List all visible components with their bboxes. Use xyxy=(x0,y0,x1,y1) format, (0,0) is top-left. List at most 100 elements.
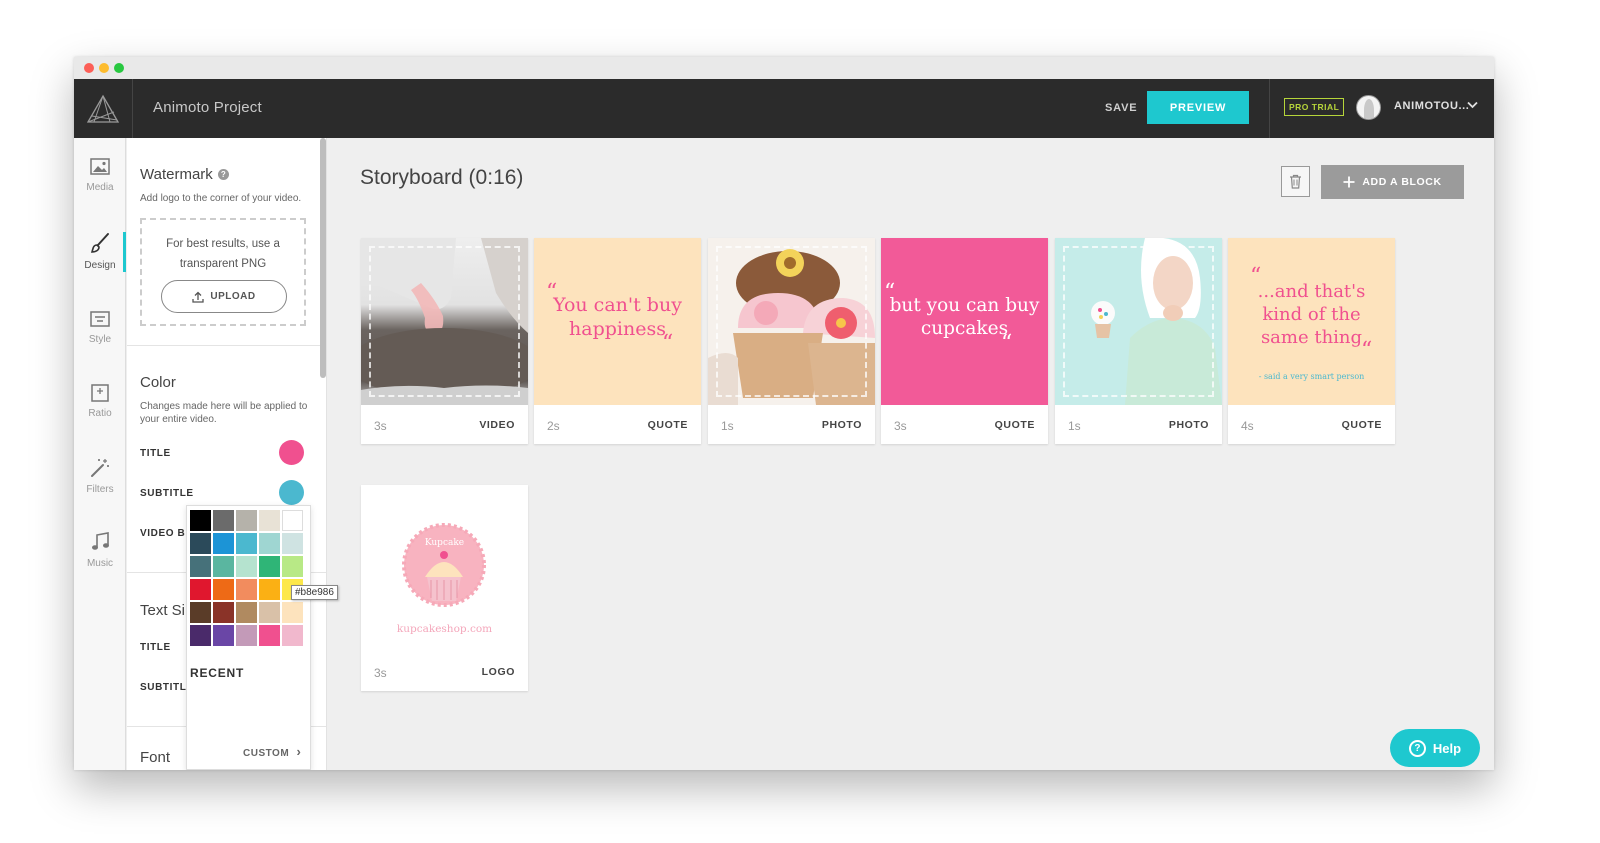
delete-block-button[interactable] xyxy=(1281,166,1310,197)
palette-swatch[interactable] xyxy=(236,579,257,600)
palette-swatch[interactable] xyxy=(282,625,303,646)
block-type: QUOTE xyxy=(647,419,688,431)
close-window-button[interactable] xyxy=(84,63,94,73)
palette-swatch[interactable] xyxy=(236,602,257,623)
palette-swatch[interactable] xyxy=(282,533,303,554)
title-color-label: TITLE xyxy=(140,448,171,459)
music-note-icon xyxy=(92,532,109,550)
palette-swatch[interactable] xyxy=(259,579,280,600)
sidebar-item-label: Ratio xyxy=(88,408,112,419)
storyboard-block-photo[interactable]: 1s PHOTO xyxy=(708,238,875,444)
palette-swatch[interactable] xyxy=(213,510,234,531)
watermark-dropzone[interactable]: For best results, use a transparent PNG … xyxy=(140,218,306,326)
upload-button[interactable]: UPLOAD xyxy=(161,280,287,313)
palette-swatch[interactable] xyxy=(282,510,303,531)
block-duration: 4s xyxy=(1241,419,1254,433)
palette-swatch[interactable] xyxy=(236,625,257,646)
safe-area-frame xyxy=(1063,246,1214,397)
animoto-logo-icon[interactable] xyxy=(74,79,133,138)
palette-swatch[interactable] xyxy=(259,556,280,577)
panel-scrollbar[interactable] xyxy=(320,138,326,378)
sidebar-item-music[interactable]: Music xyxy=(74,532,126,582)
logo-url-text: kupcakeshop.com xyxy=(396,623,493,635)
storyboard-block-quote[interactable]: “ ...and that's kind of the same thing “… xyxy=(1228,238,1395,444)
save-button[interactable]: SAVE xyxy=(1105,102,1137,114)
storyboard-block-quote[interactable]: “ but you can buy cupcakes “ 3s QUOTE xyxy=(881,238,1048,444)
sidebar-item-label: Music xyxy=(86,558,114,569)
block-duration: 3s xyxy=(374,666,387,680)
palette-swatch[interactable] xyxy=(213,625,234,646)
quote-text: but you can buy cupcakes xyxy=(889,295,1040,339)
chevron-right-icon: › xyxy=(296,744,302,759)
palette-swatch[interactable] xyxy=(259,625,280,646)
block-duration: 3s xyxy=(894,419,907,433)
palette-swatch[interactable] xyxy=(236,510,257,531)
subtitle-color-label: SUBTITLE xyxy=(140,488,194,499)
custom-color-link[interactable]: CUSTOM › xyxy=(243,744,301,759)
sidebar-item-label: Media xyxy=(86,182,114,193)
sidebar-item-media[interactable]: Media xyxy=(74,158,126,208)
palette-swatch[interactable] xyxy=(259,510,280,531)
maximize-window-button[interactable] xyxy=(114,63,124,73)
subtitle-color-swatch[interactable] xyxy=(279,480,304,505)
palette-swatch[interactable] xyxy=(213,579,234,600)
block-duration: 1s xyxy=(721,419,734,433)
chevron-down-icon[interactable] xyxy=(1467,98,1478,112)
user-name[interactable]: ANIMOTOU... xyxy=(1394,100,1469,112)
storyboard-block-logo[interactable]: Kupcake kupcakeshop.com 3s LOGO xyxy=(361,485,528,691)
sidebar-item-filters[interactable]: Filters xyxy=(74,458,126,508)
watermark-description: Add logo to the corner of your video. xyxy=(140,193,302,204)
palette-swatch[interactable] xyxy=(190,510,211,531)
sidebar-item-style[interactable]: Style xyxy=(74,310,126,360)
ratio-icon xyxy=(91,384,109,402)
sidebar-item-label: Design xyxy=(84,260,116,271)
pro-trial-badge[interactable]: PRO TRIAL xyxy=(1284,98,1345,116)
palette-swatch[interactable] xyxy=(282,556,303,577)
storyboard-block-photo[interactable]: 1s PHOTO xyxy=(1055,238,1222,444)
font-section-title: Font xyxy=(140,749,171,766)
sidebar-item-ratio[interactable]: Ratio xyxy=(74,384,126,434)
avatar[interactable] xyxy=(1356,95,1381,120)
help-label: Help xyxy=(1432,740,1462,756)
quote-text: ...and that's kind of the same thing xyxy=(1257,281,1366,348)
project-title[interactable]: Animoto Project xyxy=(153,99,262,116)
palette-swatch[interactable] xyxy=(213,602,234,623)
palette-swatch[interactable] xyxy=(259,602,280,623)
palette-swatch[interactable] xyxy=(213,556,234,577)
palette-swatch[interactable] xyxy=(190,579,211,600)
storyboard-block-video[interactable]: 3s VIDEO xyxy=(361,238,528,444)
palette-swatch[interactable] xyxy=(282,602,303,623)
block-type: QUOTE xyxy=(1341,419,1382,431)
text-size-section-title: Text Si xyxy=(140,602,186,619)
help-circle-icon: ? xyxy=(1408,739,1426,757)
block-type: PHOTO xyxy=(1168,419,1209,431)
video-thumbnail xyxy=(361,238,528,405)
block-duration: 1s xyxy=(1068,419,1081,433)
help-button[interactable]: ? Help xyxy=(1390,729,1480,767)
subtitle-size-label: SUBTITL xyxy=(140,682,187,693)
palette-swatch[interactable] xyxy=(236,533,257,554)
sidebar-item-design[interactable]: Design xyxy=(74,232,126,282)
palette-swatch[interactable] xyxy=(190,602,211,623)
storyboard-block-quote[interactable]: “ You can't buy happiness “ 2s QUOTE xyxy=(534,238,701,444)
palette-swatch[interactable] xyxy=(236,556,257,577)
quote-thumbnail: “ ...and that's kind of the same thing “… xyxy=(1228,238,1395,405)
quote-thumbnail: “ but you can buy cupcakes “ xyxy=(881,238,1048,405)
block-duration: 3s xyxy=(374,419,387,433)
palette-swatch[interactable] xyxy=(190,533,211,554)
palette-swatch[interactable] xyxy=(213,533,234,554)
watermark-section-title: Watermark? xyxy=(140,166,229,183)
minimize-window-button[interactable] xyxy=(99,63,109,73)
preview-button[interactable]: PREVIEW xyxy=(1147,91,1249,124)
help-circle-icon[interactable]: ? xyxy=(217,169,229,180)
palette-swatch[interactable] xyxy=(259,533,280,554)
block-type: QUOTE xyxy=(994,419,1035,431)
close-quote-icon: “ xyxy=(1361,338,1373,363)
palette-swatch[interactable] xyxy=(190,556,211,577)
watermark-hint: For best results, use a transparent PNG xyxy=(166,238,280,270)
add-block-button[interactable]: ADD A BLOCK xyxy=(1321,165,1464,199)
quote-attribution: - said a very smart person xyxy=(1258,372,1365,381)
title-color-swatch[interactable] xyxy=(279,440,304,465)
recent-colors-label: RECENT xyxy=(190,666,245,680)
palette-swatch[interactable] xyxy=(190,625,211,646)
